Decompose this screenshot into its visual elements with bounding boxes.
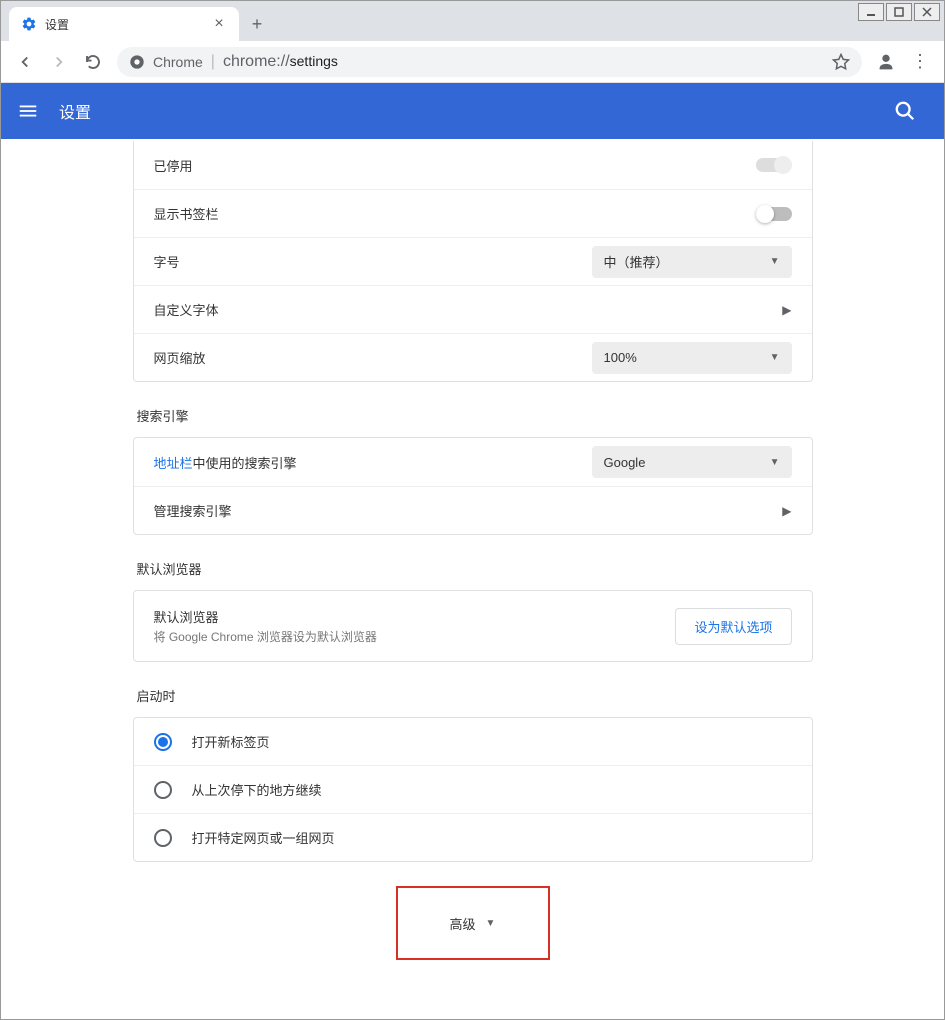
- show-bookmarks-row: 显示书签栏: [134, 189, 812, 237]
- disabled-toggle[interactable]: [756, 158, 792, 172]
- startup-header: 启动时: [137, 686, 813, 705]
- hamburger-menu-icon[interactable]: [17, 100, 39, 122]
- manage-search-engines-row[interactable]: 管理搜索引擎 ▶: [134, 486, 812, 534]
- search-engine-card: 地址栏中使用的搜索引擎 Google ▼ 管理搜索引擎 ▶: [133, 437, 813, 535]
- chrome-icon: [129, 54, 145, 70]
- page-zoom-dropdown[interactable]: 100% ▼: [592, 342, 792, 374]
- reload-button[interactable]: [77, 46, 109, 78]
- chevron-down-icon: ▼: [770, 457, 780, 468]
- set-default-button[interactable]: 设为默认选项: [675, 608, 791, 645]
- font-size-dropdown[interactable]: 中（推荐） ▼: [592, 246, 792, 278]
- chevron-down-icon: ▼: [486, 918, 496, 929]
- font-size-row: 字号 中（推荐） ▼: [134, 237, 812, 285]
- appearance-card: 已停用 显示书签栏 字号 中（推荐） ▼ 自定义字体 ▶ 网页缩放: [133, 141, 813, 382]
- radio-button[interactable]: [154, 829, 172, 847]
- search-engine-dropdown[interactable]: Google ▼: [592, 446, 792, 478]
- search-engine-header: 搜索引擎: [137, 406, 813, 425]
- radio-label: 打开特定网页或一组网页: [192, 828, 335, 847]
- url-prefix: Chrome: [153, 54, 203, 70]
- row-label: 显示书签栏: [154, 204, 756, 223]
- maximize-button[interactable]: [886, 3, 912, 21]
- settings-header: 设置: [1, 83, 944, 139]
- default-browser-header: 默认浏览器: [137, 559, 813, 578]
- address-bar-search-row: 地址栏中使用的搜索引擎 Google ▼: [134, 438, 812, 486]
- bookmark-star-icon[interactable]: [832, 53, 850, 71]
- forward-button[interactable]: [43, 46, 75, 78]
- search-icon[interactable]: [894, 100, 928, 122]
- close-tab-icon[interactable]: ×: [211, 15, 227, 33]
- chevron-right-icon: ▶: [782, 504, 791, 518]
- tab-bar: 设置 × +: [1, 1, 944, 41]
- row-label: 已停用: [154, 156, 756, 175]
- default-browser-subtitle: 将 Google Chrome 浏览器设为默认浏览器: [154, 628, 676, 645]
- radio-label: 从上次停下的地方继续: [192, 780, 322, 799]
- window-controls: [854, 1, 944, 23]
- startup-option-new-tab[interactable]: 打开新标签页: [134, 718, 812, 765]
- profile-avatar-button[interactable]: [870, 46, 902, 78]
- page-title: 设置: [59, 99, 91, 123]
- row-label: 网页缩放: [154, 348, 592, 367]
- setting-disabled-row: 已停用: [134, 141, 812, 189]
- radio-button[interactable]: [154, 733, 172, 751]
- browser-toolbar: Chrome | chrome://settings ⋮: [1, 41, 944, 83]
- back-button[interactable]: [9, 46, 41, 78]
- row-label: 自定义字体: [154, 300, 783, 319]
- radio-label: 打开新标签页: [192, 732, 270, 751]
- row-label: 管理搜索引擎: [154, 501, 783, 520]
- default-browser-row: 默认浏览器 将 Google Chrome 浏览器设为默认浏览器 设为默认选项: [134, 591, 812, 661]
- row-label: 字号: [154, 252, 592, 271]
- minimize-button[interactable]: [858, 3, 884, 21]
- chevron-down-icon: ▼: [770, 256, 780, 267]
- custom-fonts-row[interactable]: 自定义字体 ▶: [134, 285, 812, 333]
- gear-icon: [21, 16, 37, 32]
- close-window-button[interactable]: [914, 3, 940, 21]
- startup-option-specific-pages[interactable]: 打开特定网页或一组网页: [134, 813, 812, 861]
- default-browser-card: 默认浏览器 将 Google Chrome 浏览器设为默认浏览器 设为默认选项: [133, 590, 813, 662]
- browser-tab[interactable]: 设置 ×: [9, 7, 239, 41]
- startup-option-continue[interactable]: 从上次停下的地方继续: [134, 765, 812, 813]
- address-bar-link[interactable]: 地址栏: [154, 456, 193, 471]
- default-browser-title: 默认浏览器: [154, 607, 676, 626]
- settings-content-scroll[interactable]: 已停用 显示书签栏 字号 中（推荐） ▼ 自定义字体 ▶ 网页缩放: [3, 141, 942, 1017]
- browser-menu-button[interactable]: ⋮: [904, 46, 936, 78]
- radio-button[interactable]: [154, 781, 172, 799]
- startup-card: 打开新标签页 从上次停下的地方继续 打开特定网页或一组网页: [133, 717, 813, 862]
- advanced-label: 高级: [450, 914, 476, 933]
- show-bookmarks-toggle[interactable]: [756, 207, 792, 221]
- chevron-right-icon: ▶: [782, 303, 791, 317]
- new-tab-button[interactable]: +: [243, 10, 271, 38]
- advanced-toggle[interactable]: 高级 ▼: [396, 886, 550, 960]
- page-zoom-row: 网页缩放 100% ▼: [134, 333, 812, 381]
- chevron-down-icon: ▼: [770, 352, 780, 363]
- tab-title: 设置: [45, 16, 203, 33]
- address-bar[interactable]: Chrome | chrome://settings: [117, 47, 862, 77]
